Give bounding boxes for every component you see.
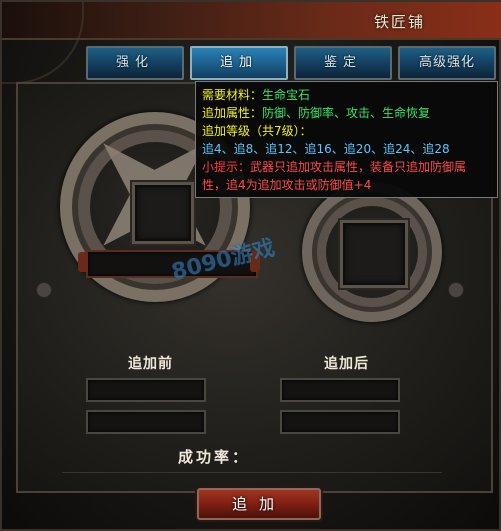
after-label: 追加后: [324, 356, 369, 372]
tooltip-line-attributes: 追加属性：防御、防御率、攻击、生命恢复: [202, 104, 491, 122]
window-title: 铁匠铺: [373, 13, 425, 31]
tab-identify[interactable]: 鉴定: [294, 46, 392, 80]
append-button[interactable]: 追加: [197, 488, 321, 520]
before-stat-field-1: [86, 378, 206, 402]
tooltip-value: 防御、防御率、攻击、生命恢复: [262, 106, 431, 120]
blacksmith-window: 铁匠铺 强化 追加 鉴定 高级强化 8090游戏 追加前 追加后 成功率： 追加…: [0, 0, 501, 531]
tooltip-line-material: 需要材料：生命宝石: [202, 86, 491, 104]
before-label: 追加前: [128, 356, 173, 372]
divider: [62, 472, 442, 473]
tooltip-hint-key: 小提示：: [202, 160, 251, 174]
tooltip-value: 生命宝石: [262, 88, 311, 102]
tooltip-line-hint-2: 性，追4为追加攻击或防御值+4: [202, 178, 372, 192]
tooltip-hint-value: 武器只追加攻击属性，装备只追加防御属: [250, 160, 467, 174]
tooltip-line-hint: 小提示：武器只追加攻击属性，装备只追加防御属: [202, 158, 491, 176]
bolt-decoration: [36, 282, 52, 298]
bar-cap-left: [78, 252, 88, 272]
equipment-slot[interactable]: [132, 182, 194, 244]
tab-advanced-strengthen[interactable]: 高级强化: [398, 46, 496, 80]
tooltip-line-levels: 追4、追8、追12、追16、追20、追24、追28: [202, 142, 450, 156]
tooltip-key: 追加属性：: [202, 106, 263, 120]
success-rate-label: 成功率：: [178, 448, 251, 466]
tab-strengthen[interactable]: 强化: [86, 46, 184, 80]
bolt-decoration: [448, 282, 464, 298]
tab-append[interactable]: 追加: [190, 46, 288, 80]
append-tooltip: 需要材料：生命宝石 追加属性：防御、防御率、攻击、生命恢复 追加等级（共7级）：…: [195, 81, 498, 198]
tooltip-key: 需要材料：: [202, 88, 263, 102]
tooltip-value: （共7级）：: [250, 124, 312, 138]
after-stat-field-2: [280, 410, 400, 434]
tooltip-key: 追加等级: [202, 124, 251, 138]
before-stat-field-2: [86, 410, 206, 434]
title-bar[interactable]: 铁匠铺: [2, 2, 501, 84]
tooltip-line-levels-header: 追加等级（共7级）：: [202, 122, 491, 140]
corner-ornament: [2, 2, 84, 84]
after-stat-field-1: [280, 378, 400, 402]
material-slot[interactable]: [340, 220, 408, 288]
